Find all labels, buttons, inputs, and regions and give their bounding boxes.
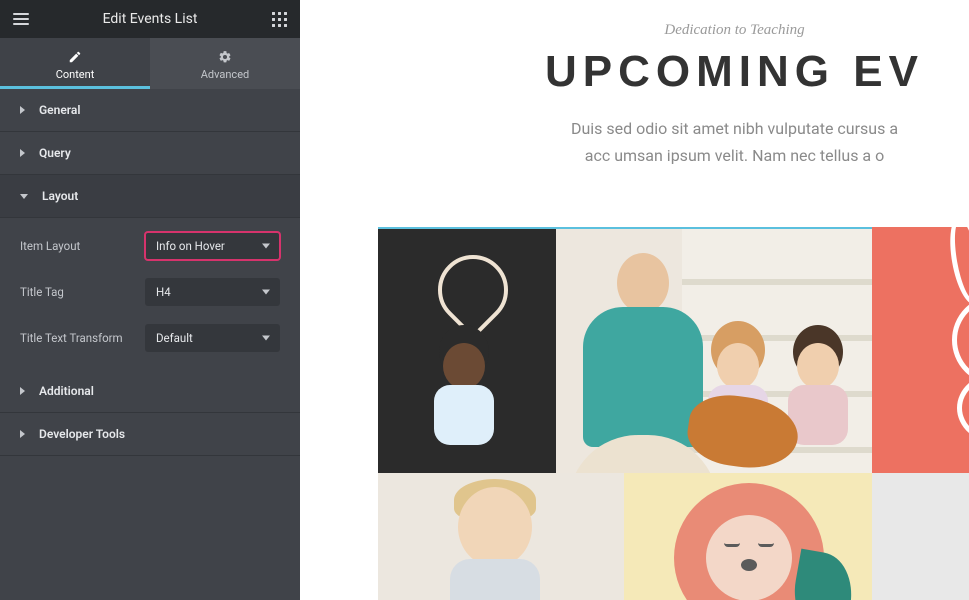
gallery-tile[interactable] [624, 473, 872, 600]
gallery-tile[interactable] [872, 227, 969, 473]
section-query[interactable]: Query [0, 132, 300, 175]
tab-content-label: Content [56, 68, 95, 81]
apps-grid-icon [272, 12, 287, 27]
chevron-down-icon [262, 290, 270, 295]
subtext-line-2: acc umsan ipsum velit. Nam nec tellus a … [500, 142, 969, 169]
title-tag-select[interactable]: H4 [145, 278, 280, 306]
control-title-tag: Title Tag H4 [20, 278, 280, 306]
page-preview: Dedication to Teaching UPCOMING EV Duis … [300, 0, 969, 600]
hamburger-icon [13, 18, 29, 20]
section-additional[interactable]: Additional [0, 370, 300, 413]
caret-right-icon [20, 430, 25, 438]
pencil-icon [68, 50, 82, 64]
page-heading: UPCOMING EV [500, 47, 969, 97]
tab-advanced-label: Advanced [201, 68, 249, 81]
events-gallery [378, 227, 969, 600]
item-layout-value: Info on Hover [156, 239, 225, 253]
tagline: Dedication to Teaching [500, 22, 969, 39]
section-developer[interactable]: Developer Tools [0, 413, 300, 456]
apps-button[interactable] [268, 8, 290, 30]
menu-button[interactable] [10, 8, 32, 30]
title-transform-value: Default [156, 331, 193, 345]
gallery-tile[interactable] [378, 227, 872, 473]
caret-right-icon [20, 106, 25, 114]
title-transform-label: Title Text Transform [20, 331, 123, 345]
editor-sidebar: Edit Events List Content Advanced Genera… [0, 0, 300, 600]
item-layout-select[interactable]: Info on Hover [145, 232, 280, 260]
gallery-tile[interactable] [378, 473, 624, 600]
panel-title: Edit Events List [103, 11, 198, 27]
section-additional-label: Additional [39, 384, 94, 398]
section-general[interactable]: General [0, 89, 300, 132]
chevron-down-icon [262, 336, 270, 341]
caret-right-icon [20, 387, 25, 395]
section-layout[interactable]: Layout [0, 175, 300, 218]
gear-icon [218, 50, 232, 64]
caret-down-icon [20, 194, 28, 199]
panel-tabs: Content Advanced [0, 38, 300, 89]
chevron-down-icon [262, 244, 270, 249]
layout-controls: Item Layout Info on Hover Title Tag H4 T… [0, 218, 300, 370]
control-title-transform: Title Text Transform Default [20, 324, 280, 352]
gallery-tile[interactable] [872, 473, 969, 600]
title-tag-value: H4 [156, 285, 171, 299]
section-general-label: General [39, 103, 80, 117]
subtext-line-1: Duis sed odio sit amet nibh vulputate cu… [500, 115, 969, 142]
control-item-layout: Item Layout Info on Hover [20, 232, 280, 260]
item-layout-label: Item Layout [20, 239, 80, 253]
tab-content[interactable]: Content [0, 38, 150, 89]
section-query-label: Query [39, 146, 71, 160]
tab-advanced[interactable]: Advanced [150, 38, 300, 89]
title-transform-select[interactable]: Default [145, 324, 280, 352]
title-tag-label: Title Tag [20, 285, 64, 299]
sidebar-topbar: Edit Events List [0, 0, 300, 38]
section-developer-label: Developer Tools [39, 427, 125, 441]
section-layout-label: Layout [42, 189, 78, 203]
caret-right-icon [20, 149, 25, 157]
